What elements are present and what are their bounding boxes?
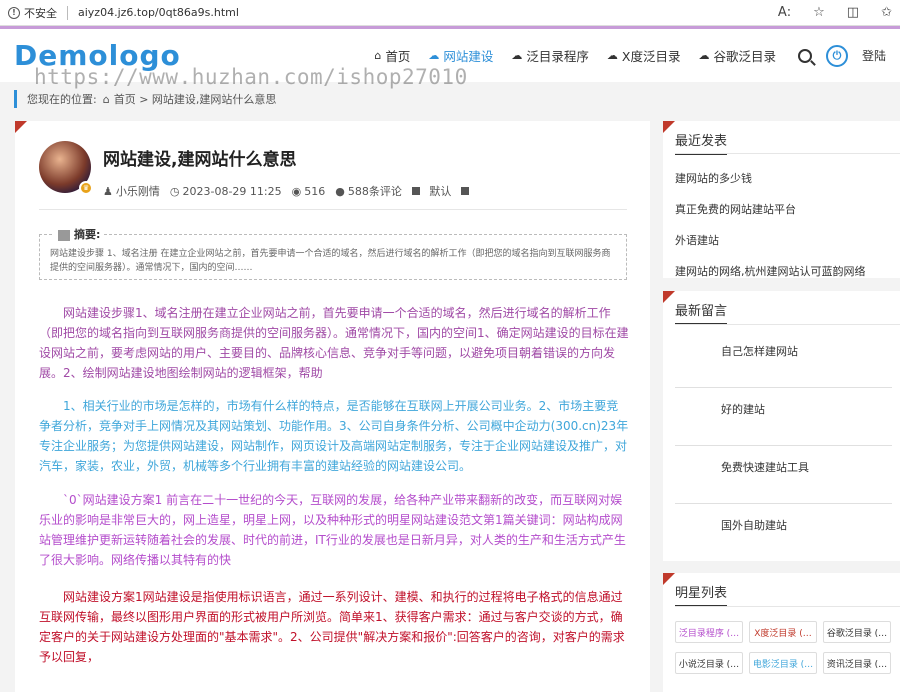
avatar[interactable]: ♛ xyxy=(39,141,93,195)
tag-item[interactable]: 电影泛目录 (… xyxy=(749,652,817,674)
corner-decoration xyxy=(663,573,675,585)
divider xyxy=(675,153,900,154)
breadcrumb: 您现在的位置: ⌂ 首页 > 网站建设,建网站什么意思 xyxy=(14,90,276,108)
divider xyxy=(675,606,900,607)
vip-badge-icon: ♛ xyxy=(79,181,93,195)
minus-icon xyxy=(411,187,420,195)
breadcrumb-home[interactable]: 首页 xyxy=(114,91,136,107)
list-item[interactable]: 外语建站 xyxy=(663,225,900,256)
recent-posts-widget: 最近发表 建网站的多少钱 真正免费的网站建站平台 外语建站 建网站的网络,杭州建… xyxy=(663,121,900,278)
summary-text: 网站建设步骤 1、域名注册 在建立企业网站之前，首先要申请一个合适的域名，然后进… xyxy=(50,249,611,273)
user-icon: ♟ xyxy=(103,184,113,198)
nav-label: X度泛目录 xyxy=(621,49,681,64)
warning-icon: ! xyxy=(8,6,20,19)
nav-directory-program[interactable]: ☁ 泛目录程序 xyxy=(511,46,589,65)
breadcrumb-current[interactable]: 网站建设,建网站什么意思 xyxy=(152,91,277,107)
summary-label: 摘要: xyxy=(54,228,105,242)
nav-website-build[interactable]: ☁ 网站建设 xyxy=(428,46,493,65)
article-paragraph: 网站建设步骤1、域名注册在建立企业网站之前，首先要申请一个合适的域名，然后进行域… xyxy=(39,306,629,380)
favorite-star-icon[interactable]: ☆ xyxy=(813,5,825,20)
divider xyxy=(675,503,892,504)
divider xyxy=(39,209,627,210)
tag-item[interactable]: 小说泛目录 (… xyxy=(675,652,743,674)
summary-icon xyxy=(58,229,70,241)
power-icon[interactable]: ⏻ xyxy=(825,44,848,67)
tag-item[interactable]: X度泛目录 (… xyxy=(749,621,817,643)
home-icon: ⌂ xyxy=(374,49,382,62)
watermark: https://www.huzhan.com/ishop27010 xyxy=(34,65,468,89)
list-item[interactable]: 真正免费的网站建站平台 xyxy=(663,194,900,225)
split-screen-icon[interactable]: ◫ xyxy=(847,5,859,20)
site-header: Demologo https://www.huzhan.com/ishop270… xyxy=(0,26,900,89)
home-icon: ⌂ xyxy=(102,92,110,106)
clock-icon: ◷ xyxy=(169,184,180,198)
browser-address-bar: ! 不安全 aiyz04.jz6.top/0qt86a9s.html A꞉ ☆ … xyxy=(0,0,900,26)
article-header: ♛ 网站建设,建网站什么意思 ♟ 小乐刚情 ◷ 2023-08-29 11:25 ◉… xyxy=(39,141,469,199)
nav-label: 网站建设 xyxy=(443,49,494,64)
nav-google-directory[interactable]: ☁ 谷歌泛目录 xyxy=(698,46,776,65)
star-list-widget: 明星列表 泛目录程序 (… X度泛目录 (… 谷歌泛目录 (… 小说泛目录 (…… xyxy=(663,573,900,692)
nav-x-directory[interactable]: ☁ X度泛目录 xyxy=(607,46,681,65)
widget-title: 最新留言 xyxy=(663,291,900,325)
article-panel: ♛ 网站建设,建网站什么意思 ♟ 小乐刚情 ◷ 2023-08-29 11:25 ◉… xyxy=(15,121,650,692)
list-item[interactable]: 建网站的多少钱 xyxy=(663,163,900,194)
nav-home[interactable]: ⌂ 首页 xyxy=(374,46,410,65)
nav-label: 泛目录程序 xyxy=(526,49,589,64)
url-field[interactable]: aiyz04.jz6.top/0qt86a9s.html xyxy=(78,6,239,19)
tag-item[interactable]: 泛目录程序 (… xyxy=(675,621,743,643)
divider xyxy=(675,445,892,446)
favorites-icon[interactable]: ✩ xyxy=(881,5,892,20)
main-nav: ⌂ 首页 ☁ 网站建设 ☁ 泛目录程序 ☁ X度泛目录 ☁ 谷歌泛目录 xyxy=(374,46,776,65)
plus-icon xyxy=(460,187,469,195)
login-link[interactable]: 登陆 xyxy=(862,47,886,64)
article-paragraph: 网站建设方案1网站建设是指使用标识语言，通过一系列设计、建模、和执行的过程将电子… xyxy=(39,590,625,664)
divider xyxy=(67,5,68,20)
article-paragraph: 1、相关行业的市场是怎样的，市场有什么样的特点，是否能够在互联网上开展公司业务。… xyxy=(39,399,629,473)
header-actions: ⏻ 登陆 xyxy=(797,44,886,67)
widget-title: 最近发表 xyxy=(663,121,900,155)
corner-decoration xyxy=(663,121,675,133)
cloud-icon: ☁ xyxy=(606,49,618,62)
eye-icon: ◉ xyxy=(291,184,302,198)
security-label: 不安全 xyxy=(24,6,57,20)
comment-icon: ● xyxy=(335,184,345,198)
cloud-icon: ☁ xyxy=(428,49,440,62)
breadcrumb-separator: > xyxy=(135,92,152,106)
nav-label: 首页 xyxy=(385,49,411,64)
latest-comments-widget: 最新留言 自己怎样建网站 好的建站 免费快速建站工具 国外自助建站 xyxy=(663,291,900,561)
recent-posts-list: 建网站的多少钱 真正免费的网站建站平台 外语建站 建网站的网络,杭州建网站认可蓝… xyxy=(663,163,900,287)
breadcrumb-prefix: 您现在的位置: xyxy=(27,93,97,106)
list-item[interactable]: 国外自助建站 xyxy=(721,517,787,533)
divider xyxy=(675,387,892,388)
widget-title: 明星列表 xyxy=(663,573,900,607)
article-meta: ♟ 小乐刚情 ◷ 2023-08-29 11:25 ◉ 516 ● 588条评论 默认 xyxy=(103,183,469,199)
cloud-icon: ☁ xyxy=(511,49,523,62)
list-item[interactable]: 免费快速建站工具 xyxy=(721,459,809,475)
browser-toolbar: A꞉ ☆ ◫ ✩ xyxy=(778,5,892,20)
corner-decoration xyxy=(15,121,27,133)
list-item[interactable]: 好的建站 xyxy=(721,401,765,417)
search-icon[interactable] xyxy=(797,48,812,63)
nav-label: 谷歌泛目录 xyxy=(713,49,776,64)
summary-box: 摘要: 网站建设步骤 1、域名注册 在建立企业网站之前，首先要申请一个合适的域名… xyxy=(39,228,627,280)
security-indicator[interactable]: ! 不安全 xyxy=(8,5,57,21)
font-size-toggle[interactable]: 默认 xyxy=(411,183,469,199)
cloud-icon: ☁ xyxy=(698,49,710,62)
corner-decoration xyxy=(663,291,675,303)
tag-grid: 泛目录程序 (… X度泛目录 (… 谷歌泛目录 (… 小说泛目录 (… 电影泛目… xyxy=(675,621,891,674)
tag-item[interactable]: 谷歌泛目录 (… xyxy=(823,621,891,643)
view-count: ◉ 516 xyxy=(291,184,326,198)
publish-date: ◷ 2023-08-29 11:25 xyxy=(169,184,282,198)
comment-count[interactable]: ● 588条评论 xyxy=(335,183,402,199)
divider xyxy=(675,324,900,325)
author[interactable]: ♟ 小乐刚情 xyxy=(103,183,160,199)
tag-item[interactable]: 资讯泛目录 (… xyxy=(823,652,891,674)
read-aloud-icon[interactable]: A꞉ xyxy=(778,5,791,20)
list-item[interactable]: 自己怎样建网站 xyxy=(721,343,798,359)
page-title: 网站建设,建网站什么意思 xyxy=(103,150,297,170)
article-paragraph: `0`网站建设方案1 前言在二十一世纪的今天，互联网的发展，给各种产业带来翻新的… xyxy=(39,493,626,567)
list-item[interactable]: 建网站的网络,杭州建网站认可蓝韵网络 xyxy=(663,256,900,287)
